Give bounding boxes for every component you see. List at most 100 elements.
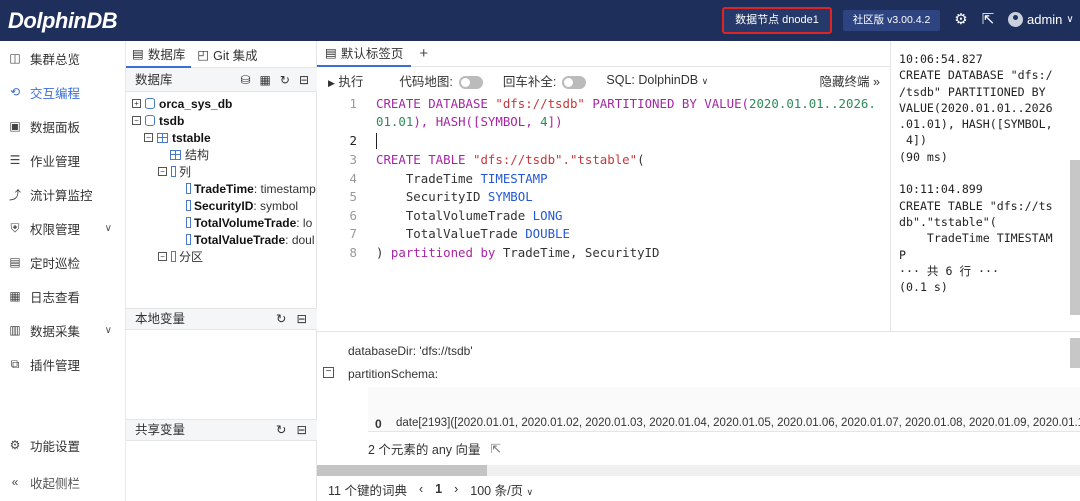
tree-columns[interactable]: − 列 — [158, 163, 191, 180]
local-vars-header: 本地变量 ↻ ⊟ — [126, 308, 317, 330]
code-token: partitioned by — [390, 245, 496, 260]
sidebar-item-label: 权限管理 — [30, 222, 81, 237]
permission-icon: ⛨ — [10, 220, 20, 235]
log-scrollbar[interactable] — [1070, 160, 1080, 315]
collapse-icon[interactable]: ⊟ — [297, 309, 307, 330]
code-editor-pane: ▤ 默认标签页 + ▶ 执行 代码地图: 回车补全: SQL: DolphinDB… — [317, 41, 890, 331]
column-icon — [186, 234, 191, 245]
collapse-icon[interactable]: ⊟ — [299, 68, 309, 92]
sidebar-item-label: 集群总览 — [30, 52, 81, 67]
code-token: 01.01 — [376, 114, 414, 129]
plugin-icon: ⧉ — [10, 356, 20, 371]
sidebar-item-logs[interactable]: ▦ 日志查看 — [0, 281, 126, 311]
next-page-button[interactable]: › — [454, 482, 458, 496]
database-icon[interactable]: ⛁ — [240, 68, 250, 92]
sidebar-item-settings[interactable]: ⚙ 功能设置 — [0, 430, 126, 460]
sidebar-item-interactive-programming[interactable]: ⟲ 交互编程 — [0, 77, 126, 107]
gear-icon[interactable]: ⚙ — [952, 11, 970, 29]
collapse-icon[interactable]: − — [158, 252, 167, 261]
collapse-icon[interactable]: − — [132, 116, 141, 125]
minimap-switch[interactable] — [458, 75, 483, 89]
sql-dialect-select[interactable]: SQL: DolphinDB ∨ — [606, 73, 708, 87]
result-scrollbar[interactable] — [1070, 338, 1080, 368]
tree-schema[interactable]: 结构 — [170, 146, 209, 163]
tree-table-tstable[interactable]: − tstable — [144, 129, 211, 146]
enter-complete-switch[interactable] — [562, 75, 587, 89]
code-token: "dfs://tsdb" — [495, 96, 585, 111]
enter-complete-label: 回车补全: — [502, 74, 557, 89]
tab-label: 默认标签页 — [340, 47, 404, 61]
column-type: : lo — [296, 215, 313, 230]
code-line: 01.01), HASH([SYMBOL, 4]) — [376, 114, 563, 129]
sidebar-item-plugins[interactable]: ⧉ 插件管理 — [0, 349, 126, 379]
tab-git[interactable]: ◰ Git 集成 — [191, 41, 263, 68]
collapse-icon[interactable]: ⊟ — [297, 420, 307, 441]
sql-label: SQL: — [606, 73, 635, 87]
collapse-icon[interactable]: − — [144, 133, 153, 142]
refresh-icon[interactable]: ↻ — [276, 309, 286, 330]
text-cursor — [376, 133, 377, 149]
tree-partitions[interactable]: − 分区 — [158, 248, 203, 265]
terminal-log: 10:06:54.827 CREATE DATABASE "dfs:/ /tsd… — [890, 41, 1080, 331]
dolphindb-logo: DolphinDB — [8, 8, 118, 33]
sidebar-item-inspection[interactable]: ▤ 定时巡检 — [0, 247, 126, 277]
stream-icon: ⤴ — [8, 187, 21, 202]
database-icon: ▤ — [132, 47, 144, 61]
sidebar-item-permission[interactable]: ⛨ 权限管理 ∨ — [0, 213, 126, 243]
collapse-sidebar-button[interactable]: « 收起侧栏 — [0, 467, 126, 497]
sidebar-item-data-collection[interactable]: ▥ 数据采集 ∨ — [0, 315, 126, 345]
code-line: SecurityID SYMBOL — [376, 189, 533, 204]
code-token: ), HASH([SYMBOL, — [413, 114, 541, 129]
node-selector-button[interactable]: 数据节点 dnode1 — [722, 7, 832, 34]
chevron-down-icon: ∨ — [701, 76, 709, 86]
run-button[interactable]: ▶ 执行 — [328, 71, 363, 90]
hide-terminal-button[interactable]: 隐藏终端 » — [820, 71, 880, 90]
page-size-select[interactable]: 100 条/页 ∨ — [470, 480, 533, 499]
open-external-icon[interactable]: ⇱ — [491, 441, 501, 456]
double-chevron-right-icon: » — [873, 74, 880, 89]
user-menu[interactable]: admin ∨ — [1008, 12, 1074, 27]
collapse-icon[interactable]: − — [323, 367, 334, 378]
tab-default[interactable]: ▤ 默认标签页 — [317, 41, 412, 67]
hide-terminal-label: 隐藏终端 — [819, 74, 870, 89]
refresh-icon[interactable]: ↻ — [276, 420, 286, 441]
tree-column-tradetime[interactable]: TradeTime: timestamp — [186, 180, 316, 197]
prev-page-button[interactable]: ‹ — [419, 482, 423, 496]
database-header: 数据库 ⛁ ▦ ↻ ⊟ — [126, 68, 317, 92]
schema-icon — [170, 149, 181, 160]
refresh-icon[interactable]: ↻ — [280, 68, 290, 92]
table-icon[interactable]: ▦ — [260, 68, 271, 92]
tree-db-tsdb[interactable]: − tsdb — [132, 112, 184, 129]
sidebar-item-cluster-overview[interactable]: ◫ 集群总览 — [0, 43, 126, 73]
sidebar-item-label: 交互编程 — [30, 86, 81, 101]
tab-database[interactable]: ▤ 数据库 — [126, 41, 192, 68]
result-footer: 11 个键的词典 ‹ 1 › 100 条/页 ∨ — [317, 477, 1080, 501]
local-vars-label: 本地变量 — [135, 312, 186, 326]
code-token: LONG — [532, 208, 563, 223]
export-icon[interactable]: ⇱ — [979, 11, 997, 29]
sidebar-item-label: 数据采集 — [30, 324, 81, 339]
page-number[interactable]: 1 — [435, 482, 442, 496]
line-number: 3 — [349, 152, 357, 167]
sidebar-item-data-panel[interactable]: ▣ 数据面板 — [0, 111, 126, 141]
tree-db-orca[interactable]: + orca_sys_db — [132, 95, 232, 112]
collapse-icon[interactable]: − — [158, 167, 167, 176]
horizontal-scrollbar-thumb[interactable] — [317, 465, 487, 476]
minimap-toggle[interactable]: 代码地图: — [399, 71, 483, 90]
version-badge: 社区版 v3.00.4.2 — [843, 10, 940, 31]
code-line: TotalVolumeTrade LONG — [376, 208, 563, 223]
tree-label: orca_sys_db — [159, 96, 233, 111]
add-tab-button[interactable]: + — [419, 45, 428, 62]
sidebar-item-job-management[interactable]: ☰ 作业管理 — [0, 145, 126, 175]
code-area[interactable]: 1 2 3 4 5 6 7 8 CREATE DATABASE "dfs://t… — [317, 93, 890, 331]
tree-column-totalvolumetrade[interactable]: TotalVolumeTrade: lo — [186, 214, 312, 231]
expand-icon[interactable]: + — [132, 99, 141, 108]
horizontal-scrollbar[interactable] — [317, 465, 1080, 476]
tree-column-securityid[interactable]: SecurityID: symbol — [186, 197, 298, 214]
sidebar-item-stream-monitor[interactable]: ⤴ 流计算监控 — [0, 179, 126, 209]
partition-schema-label: partitionSchema: — [348, 367, 439, 381]
tree-column-totalvaluetrade[interactable]: TotalValueTrade: doul — [186, 231, 315, 248]
user-avatar-icon — [1008, 12, 1023, 27]
enter-complete-toggle[interactable]: 回车补全: — [502, 71, 587, 90]
vector-summary-label: 2 个元素的 any 向量 — [368, 443, 481, 457]
